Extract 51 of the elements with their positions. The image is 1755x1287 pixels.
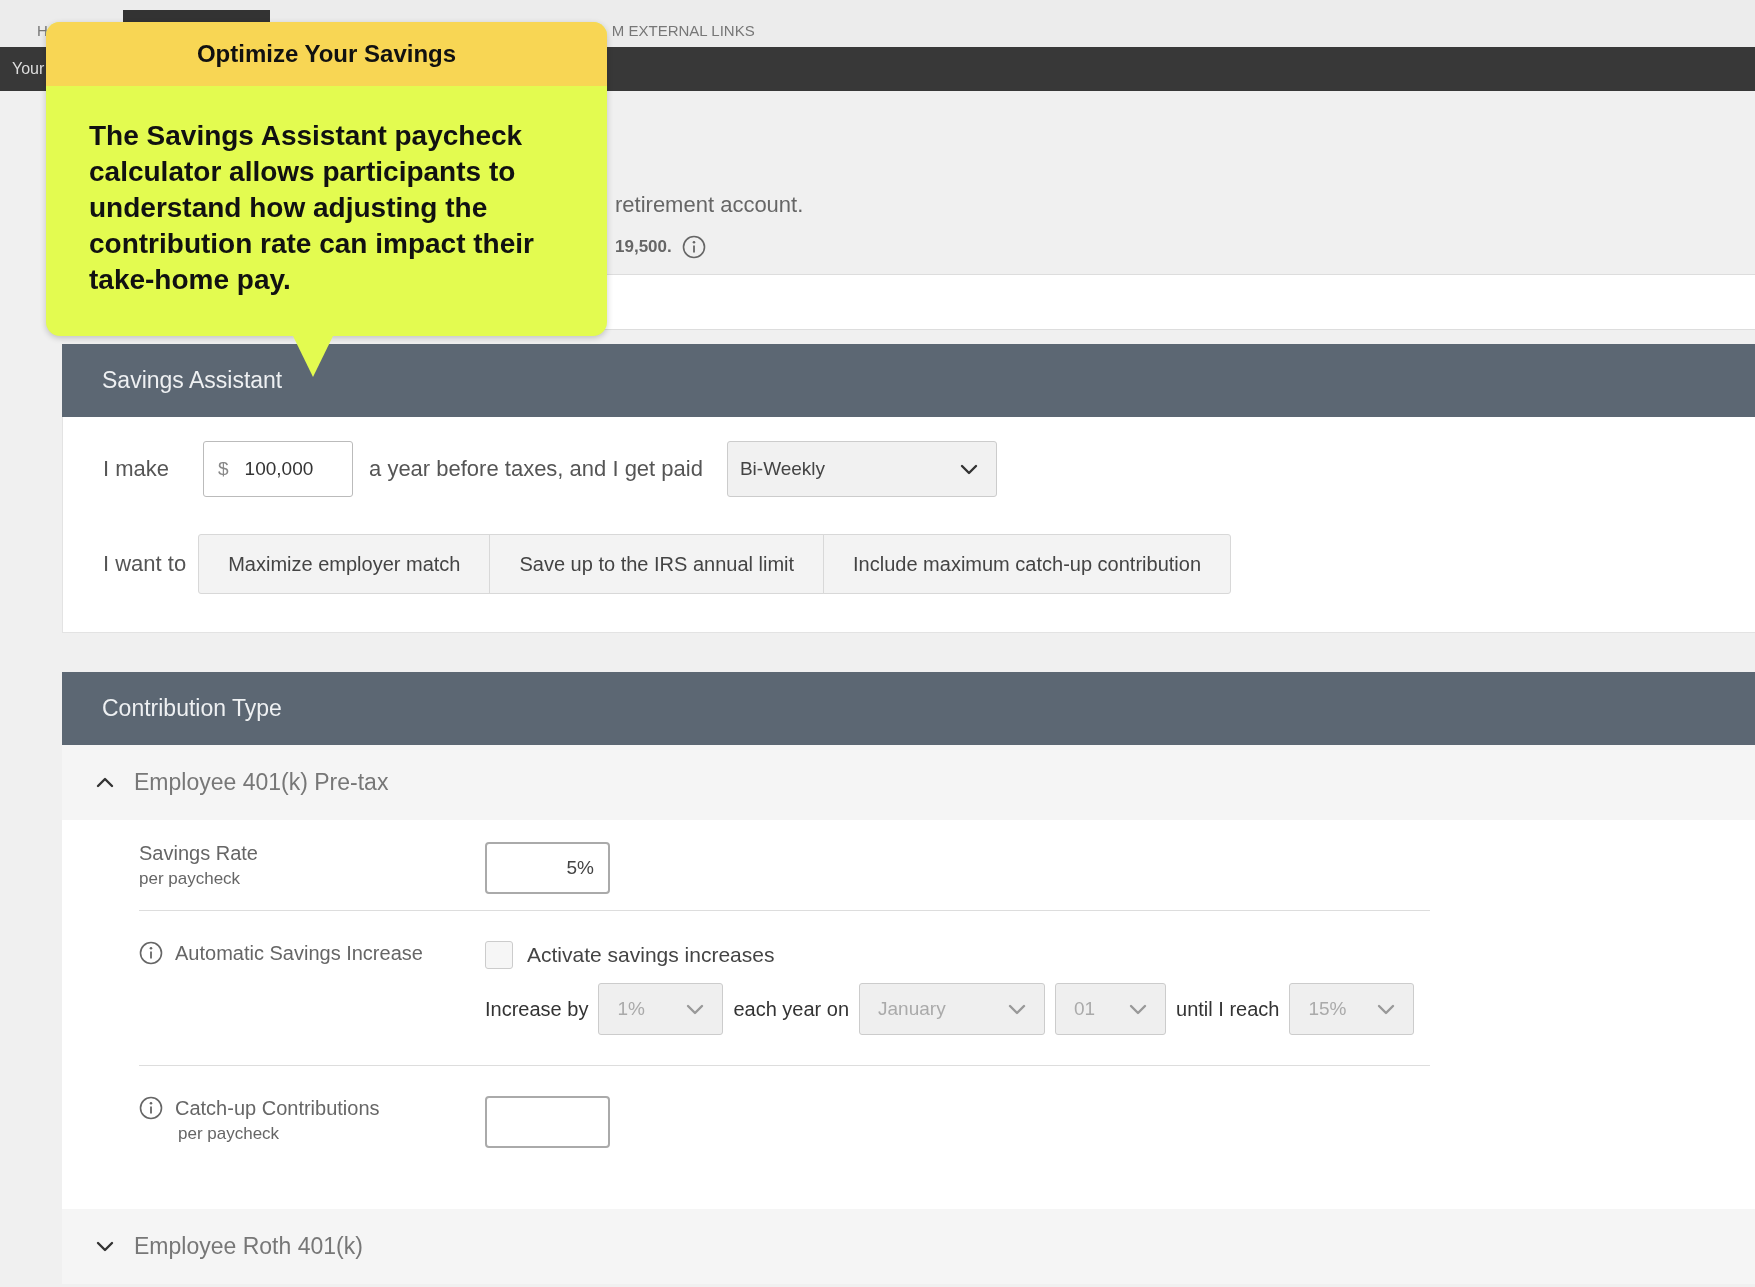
dropdown-value: January <box>878 998 946 1020</box>
nav-tab[interactable]: H <box>37 22 48 39</box>
field-label: Savings Rate <box>139 842 259 865</box>
dropdown-value: 15% <box>1308 998 1347 1020</box>
income-text: a year before taxes, and I get paid <box>369 456 703 482</box>
limit-amount: 19,500. <box>615 237 672 257</box>
section-title: Employee Roth 401(k) <box>134 1233 363 1260</box>
panel-title: Savings Assistant <box>102 367 283 394</box>
section-header[interactable]: Employee 401(k) Pre-tax <box>62 745 1755 820</box>
dropdown-value: Bi-Weekly <box>739 458 826 480</box>
field-sublabel: per paycheck <box>139 869 242 889</box>
section-header[interactable]: Employee Roth 401(k) <box>62 1209 1755 1284</box>
chevron-icon <box>1008 1002 1027 1016</box>
inline-label: Increase by <box>485 997 589 1021</box>
currency-symbol: $ <box>218 458 229 480</box>
chevron-icon <box>96 776 114 789</box>
chevron-icon <box>1377 1002 1396 1016</box>
chevron-icon <box>686 1002 705 1016</box>
chevron-icon <box>959 462 978 476</box>
dropdown-value: 1% <box>617 998 645 1020</box>
field-label: Automatic Savings Increase <box>175 941 423 965</box>
rate-field[interactable]: 5% <box>485 842 610 894</box>
intro-text: retirement account. <box>615 192 805 218</box>
chevron-icon <box>1129 1002 1148 1016</box>
inline-label: until I reach <box>1176 997 1280 1021</box>
rate-value: 5% <box>566 857 594 879</box>
goal-button[interactable]: Include maximum catch-up contribution <box>823 534 1231 594</box>
income-field[interactable]: $ 100,000 <box>203 441 354 497</box>
field-sublabel: per paycheck <box>178 1124 281 1144</box>
callout-text: The Savings Assistant paycheck calculator allows participants to understand how adjusting the contribution rate can impact their take-home pay. <box>88 119 535 297</box>
account-label: Your <box>12 60 45 78</box>
catch-up-field[interactable] <box>485 1096 610 1148</box>
section-title: Employee 401(k) Pre-tax <box>134 769 389 796</box>
frequency-dropdown[interactable]: Bi-Weekly <box>726 441 997 497</box>
info-icon <box>139 941 163 965</box>
callout-title: Optimize Your Savings <box>196 40 457 68</box>
income-value: 100,000 <box>244 458 314 480</box>
checkbox-label: Activate savings increases <box>527 943 775 967</box>
income-label: I make <box>103 456 170 482</box>
info-icon <box>139 1096 163 1120</box>
field-label: Catch-up Contributions <box>175 1096 380 1120</box>
chevron-icon <box>96 1240 114 1253</box>
checkbox[interactable] <box>485 941 513 969</box>
goal-label: I want to <box>103 551 187 577</box>
panel-title: Contribution Type <box>102 695 282 722</box>
info-icon <box>681 235 706 259</box>
inline-label: each year on <box>733 997 850 1021</box>
goal-button[interactable]: Save up to the IRS annual limit <box>489 534 825 594</box>
goal-button[interactable]: Maximize employer match <box>198 534 491 594</box>
dropdown-value: 01 <box>1074 998 1096 1020</box>
nav-tab[interactable]: M EXTERNAL LINKS <box>611 22 755 39</box>
